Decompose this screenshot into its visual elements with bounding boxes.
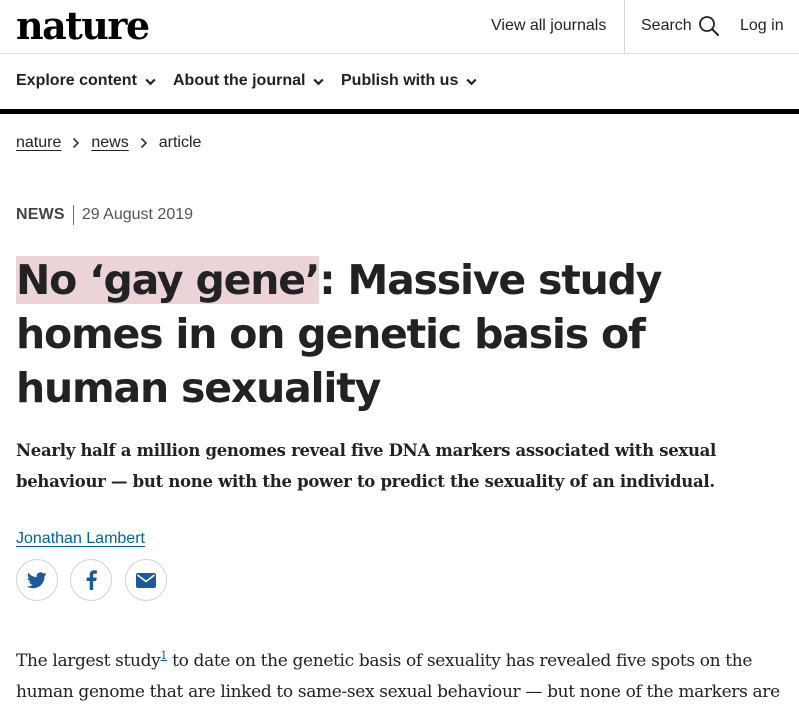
breadcrumb-news[interactable]: news <box>91 133 128 153</box>
nav-item-label: Publish with us <box>341 72 459 89</box>
share-facebook-button[interactable] <box>70 559 112 601</box>
article-body-paragraph: The largest study1 to date on the geneti… <box>16 646 791 711</box>
breadcrumb-nature[interactable]: nature <box>16 133 61 153</box>
top-header: nature View all journals Search Log in <box>0 0 799 54</box>
breadcrumb-current: article <box>158 134 202 151</box>
main-nav: Explore content About the journal Publis… <box>0 54 799 114</box>
nav-explore-content[interactable]: Explore content <box>16 71 156 91</box>
author-link[interactable]: Jonathan Lambert <box>16 529 145 549</box>
article-meta: NEWS 29 August 2019 <box>16 205 193 225</box>
nav-publish-with-us[interactable]: Publish with us <box>341 71 477 91</box>
share-email-button[interactable] <box>125 559 167 601</box>
chevron-down-icon <box>313 76 325 86</box>
twitter-icon <box>27 571 47 589</box>
article-date: 29 August 2019 <box>81 206 194 223</box>
facebook-icon <box>86 570 97 590</box>
nav-about-journal[interactable]: About the journal <box>173 71 325 91</box>
nav-item-label: Explore content <box>16 72 137 89</box>
share-twitter-button[interactable] <box>16 559 58 601</box>
email-icon <box>136 572 156 588</box>
view-all-journals-link[interactable]: View all journals <box>491 15 606 37</box>
header-divider <box>624 0 625 53</box>
article-type: NEWS <box>16 206 65 223</box>
chevron-right-icon <box>140 137 148 149</box>
nature-logo[interactable]: nature <box>16 4 150 48</box>
chevron-down-icon <box>466 76 477 86</box>
search-icon <box>698 15 720 37</box>
title-highlight: No ‘gay gene’ <box>16 256 320 304</box>
login-link[interactable]: Log in <box>740 15 784 37</box>
nav-item-label: About the journal <box>173 72 306 89</box>
chevron-down-icon <box>145 76 156 86</box>
meta-divider <box>72 205 74 225</box>
article-title: No ‘gay gene’: Massive study homes in on… <box>16 253 786 415</box>
breadcrumb: nature news article <box>16 133 201 153</box>
search-label: Search <box>641 17 692 34</box>
chevron-right-icon <box>72 137 80 149</box>
search-button[interactable]: Search <box>641 15 720 37</box>
body-text-start: The largest study <box>16 651 161 671</box>
article-standfirst: Nearly half a million genomes reveal fiv… <box>16 441 717 491</box>
